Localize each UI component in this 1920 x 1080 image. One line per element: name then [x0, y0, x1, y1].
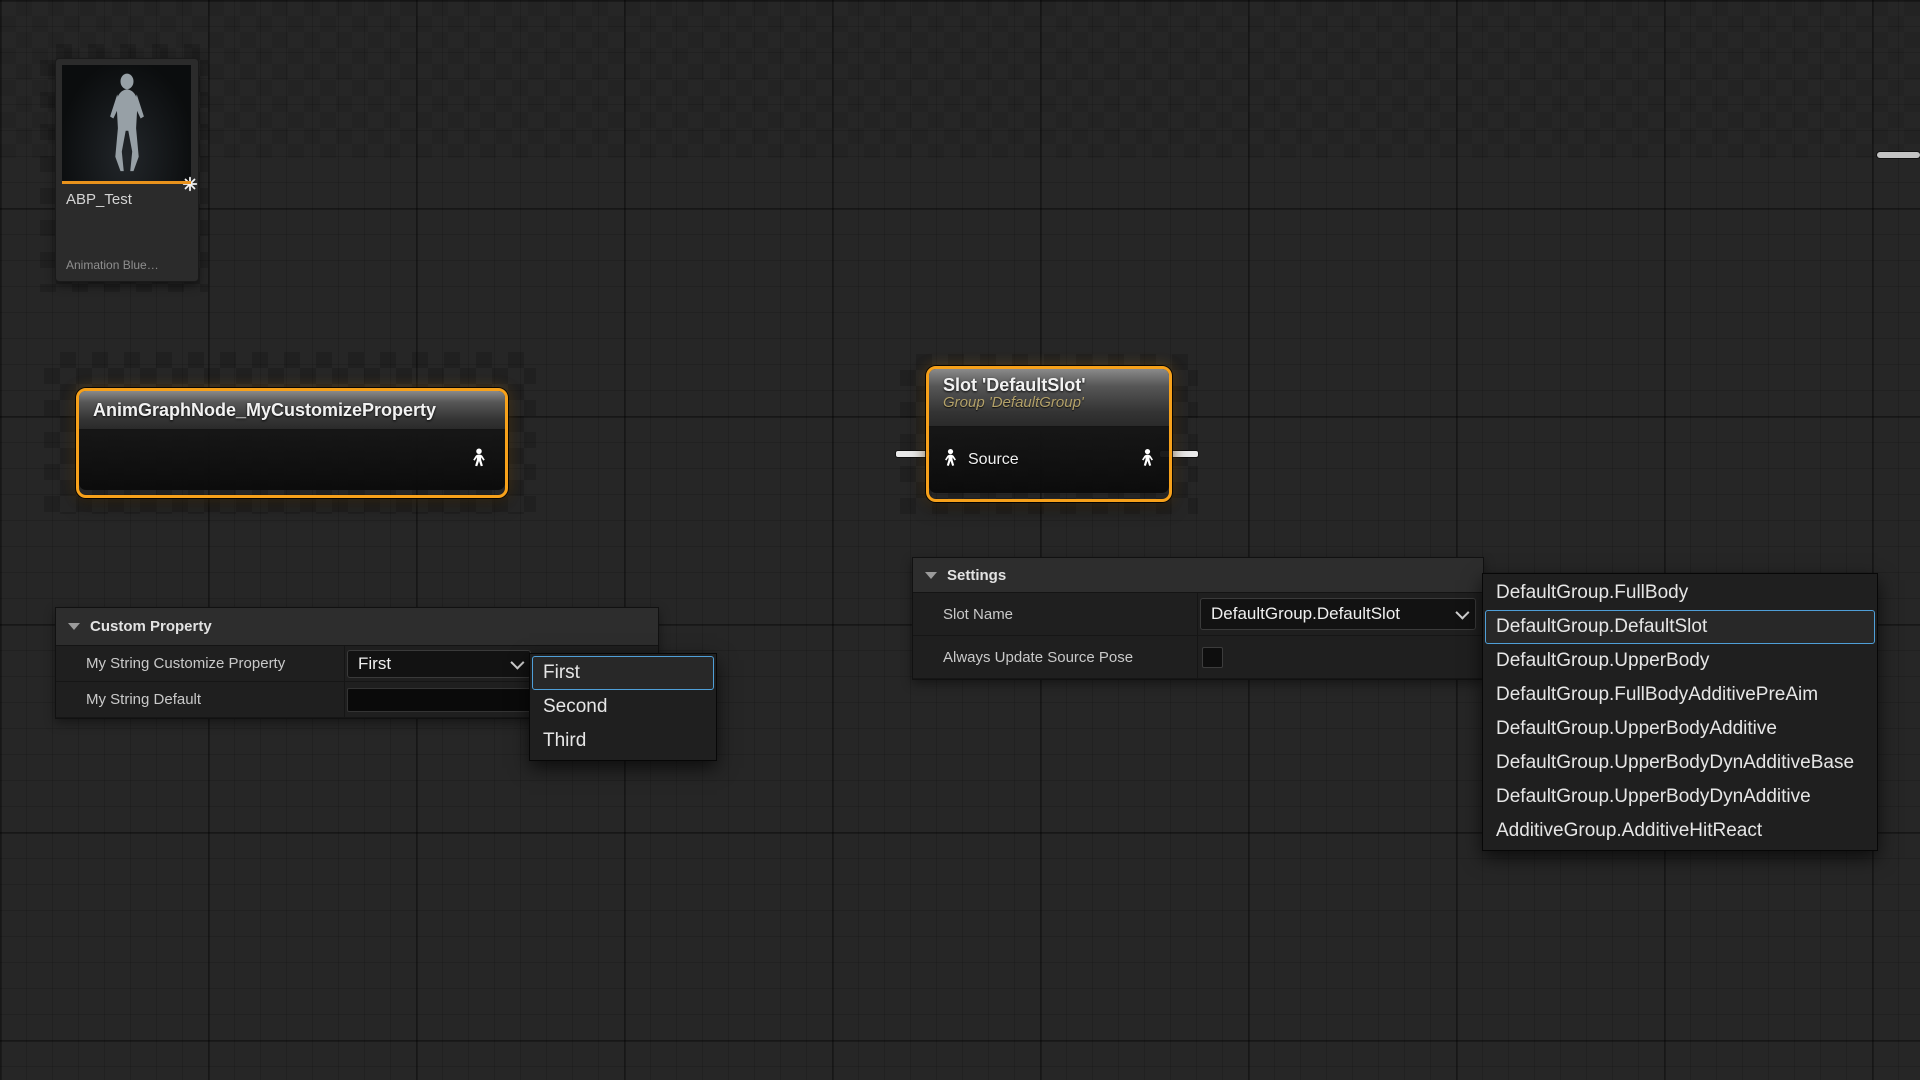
node-header[interactable]: Slot 'DefaultSlot' Group 'DefaultGroup' [929, 369, 1169, 427]
asset-type-color-bar [62, 181, 191, 184]
property-row-always-update-source-pose: Always Update Source Pose [913, 636, 1483, 679]
always-update-source-pose-checkbox[interactable] [1202, 647, 1223, 668]
combobox-value: First [358, 654, 391, 674]
slot-name-dropdown-menu: DefaultGroup.FullBody DefaultGroup.Defau… [1482, 573, 1878, 851]
graph-wire-stub-top-right [1877, 152, 1920, 158]
section-title: Custom Property [90, 618, 212, 635]
string-property-dropdown-menu: First Second Third [529, 653, 717, 761]
pose-output-pin[interactable] [1138, 448, 1157, 472]
asset-type-label: Animation Blue… [66, 258, 159, 272]
node-body [79, 430, 505, 490]
property-label: Slot Name [913, 593, 1197, 635]
my-string-default-input[interactable] [347, 688, 531, 712]
node-animgraphnode-mycustomizeproperty[interactable]: AnimGraphNode_MyCustomizeProperty [76, 388, 508, 498]
node-title: AnimGraphNode_MyCustomizeProperty [93, 400, 436, 421]
node-header[interactable]: AnimGraphNode_MyCustomizeProperty [79, 391, 505, 430]
dropdown-item[interactable]: DefaultGroup.DefaultSlot [1485, 610, 1875, 644]
section-title: Settings [947, 567, 1006, 584]
mannequin-icon [101, 71, 153, 175]
node-subtitle: Group 'DefaultGroup' [943, 394, 1155, 411]
collapse-arrow-icon [925, 572, 937, 579]
slot-name-combobox[interactable]: DefaultGroup.DefaultSlot [1200, 598, 1476, 630]
blueprint-graph-canvas[interactable]: ABP_Test Animation Blue… AnimGraphNode_M… [0, 0, 1920, 1080]
unsaved-changes-icon [181, 175, 199, 193]
combobox-value: DefaultGroup.DefaultSlot [1211, 604, 1400, 624]
dropdown-item[interactable]: DefaultGroup.UpperBodyDynAdditiveBase [1485, 746, 1875, 780]
dropdown-item[interactable]: DefaultGroup.UpperBody [1485, 644, 1875, 678]
property-label: Always Update Source Pose [913, 636, 1197, 678]
dropdown-item-second[interactable]: Second [532, 690, 714, 724]
property-row-slot-name: Slot Name DefaultGroup.DefaultSlot [913, 593, 1483, 636]
property-label: My String Customize Property [56, 646, 344, 681]
asset-card-abp-test[interactable]: ABP_Test Animation Blue… [55, 58, 199, 282]
dropdown-item-third[interactable]: Third [532, 724, 714, 758]
settings-section-header[interactable]: Settings [913, 558, 1483, 593]
graph-grid-background [0, 0, 1920, 1080]
dropdown-item[interactable]: DefaultGroup.FullBody [1485, 576, 1875, 610]
my-string-customize-combobox[interactable]: First [347, 650, 531, 678]
slot-input-wire-stub [896, 451, 930, 457]
collapse-arrow-icon [68, 623, 80, 630]
dropdown-item[interactable]: DefaultGroup.FullBodyAdditivePreAim [1485, 678, 1875, 712]
source-pin-label: Source [968, 451, 1019, 469]
node-body: Source [929, 427, 1169, 493]
node-title: Slot 'DefaultSlot' [943, 375, 1155, 396]
pose-output-pin[interactable] [469, 448, 489, 473]
settings-section: Settings Slot Name DefaultGroup.DefaultS… [912, 557, 1484, 680]
property-label: My String Default [56, 682, 344, 717]
dropdown-item-first[interactable]: First [532, 656, 714, 690]
dropdown-item[interactable]: DefaultGroup.UpperBodyDynAdditive [1485, 780, 1875, 814]
chevron-down-icon [510, 655, 524, 669]
person-pose-icon [1138, 448, 1157, 467]
source-input-pin[interactable] [941, 448, 960, 472]
asset-name: ABP_Test [66, 191, 132, 208]
dropdown-item[interactable]: AdditiveGroup.AdditiveHitReact [1485, 814, 1875, 848]
person-pose-icon [941, 448, 960, 467]
asset-thumbnail [62, 65, 191, 181]
chevron-down-icon [1455, 606, 1469, 620]
node-slot-defaultslot[interactable]: Slot 'DefaultSlot' Group 'DefaultGroup' … [926, 366, 1172, 502]
dropdown-item[interactable]: DefaultGroup.UpperBodyAdditive [1485, 712, 1875, 746]
person-pose-icon [469, 448, 489, 468]
custom-property-section-header[interactable]: Custom Property [56, 608, 658, 646]
